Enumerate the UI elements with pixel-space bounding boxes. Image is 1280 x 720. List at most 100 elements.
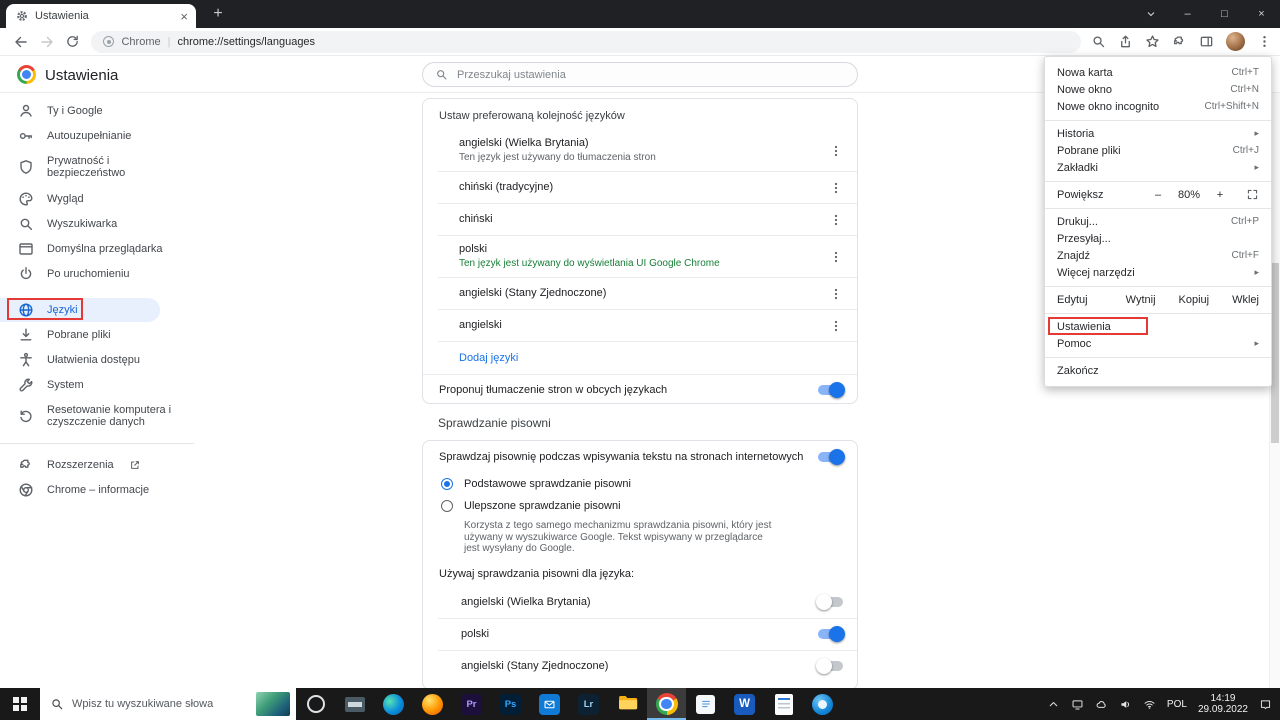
maximize-button[interactable]: □ [1206, 0, 1243, 28]
keyboard-language-badge[interactable]: POL [1167, 699, 1187, 710]
sidebar-item-chrome-informacje[interactable]: Chrome – informacje [0, 477, 210, 502]
bookmark-star-icon[interactable] [1145, 34, 1160, 49]
row-menu-kebab-icon[interactable] [825, 315, 847, 337]
taskbar-app-file-explorer[interactable] [608, 688, 647, 720]
address-bar[interactable]: Chrome | chrome://settings/languages [91, 30, 1081, 53]
taskbar-app-messaging[interactable] [803, 688, 842, 720]
menu-item-drukuj[interactable]: Drukuj... Ctrl+P [1045, 213, 1271, 230]
sidebar-item-autouzupelnianie[interactable]: Autouzupełnianie [0, 123, 210, 148]
zoom-in-button[interactable]: + [1206, 189, 1234, 201]
sidebar-item-system[interactable]: System [0, 372, 210, 397]
search-highlight-thumbnail[interactable] [256, 692, 290, 716]
start-button[interactable] [0, 688, 40, 720]
row-menu-kebab-icon[interactable] [825, 246, 847, 268]
menu-item-pomoc[interactable]: Pomoc [1045, 335, 1271, 352]
sidebar-item-resetowanie[interactable]: Resetowanie komputera i czyszczenie dany… [0, 397, 210, 435]
menu-item-zakladki[interactable]: Zakładki [1045, 159, 1271, 176]
menu-item-ustawienia[interactable]: Ustawienia [1045, 317, 1271, 335]
volume-icon[interactable] [1119, 698, 1132, 711]
sidebar-item-ulatwienia-dostepu[interactable]: Ułatwienia dostępu [0, 347, 210, 372]
sidebar-item-pobrane-pliki[interactable]: Pobrane pliki [0, 322, 210, 347]
zoom-out-button[interactable]: – [1144, 189, 1172, 201]
browser-tab[interactable]: Ustawienia × [6, 4, 196, 28]
taskbar-app-premiere[interactable]: Pr [452, 688, 491, 720]
enhanced-spellcheck-radio[interactable] [441, 500, 453, 512]
taskbar-app-document[interactable] [764, 688, 803, 720]
reload-button[interactable] [60, 30, 86, 54]
row-menu-kebab-icon[interactable] [825, 283, 847, 305]
scrollbar-thumb[interactable] [1271, 263, 1279, 443]
fullscreen-icon[interactable] [1246, 188, 1259, 201]
taskbar-app-word[interactable]: W [725, 688, 764, 720]
minimize-button[interactable]: – [1169, 0, 1206, 28]
tab-search-chevron-icon[interactable] [1132, 0, 1169, 28]
sidebar-item-ty-i-google[interactable]: Ty i Google [0, 98, 210, 123]
network-wifi-icon[interactable] [1143, 698, 1156, 711]
taskbar-app-task-view[interactable] [335, 688, 374, 720]
taskbar-app-notes[interactable] [686, 688, 725, 720]
taskbar-app-lightroom[interactable]: Lr [569, 688, 608, 720]
sidebar-item-rozszerzenia[interactable]: Rozszerzenia [0, 452, 210, 477]
menu-item-przesylaj[interactable]: Przesyłaj... [1045, 230, 1271, 247]
taskbar-search-box[interactable] [40, 688, 296, 720]
settings-search-box[interactable] [422, 62, 858, 87]
taskbar-app-mail[interactable] [530, 688, 569, 720]
menu-item-pobrane-pliki[interactable]: Pobrane pliki Ctrl+J [1045, 142, 1271, 159]
spellcheck-main-toggle[interactable] [818, 449, 845, 465]
search-icon [52, 699, 63, 710]
sidebar-item-jezyki[interactable]: Języki [0, 298, 160, 322]
row-menu-kebab-icon[interactable] [825, 177, 847, 199]
taskbar-search-input[interactable] [72, 698, 248, 710]
spellcheck-language-toggle[interactable] [816, 658, 843, 674]
tab-close-icon[interactable]: × [180, 10, 188, 23]
sidebar-item-po-uruchomieniu[interactable]: Po uruchomieniu [0, 261, 210, 286]
tab-title: Ustawienia [35, 10, 89, 22]
language-name: chiński (tradycyjne) [459, 181, 554, 193]
menu-item-incognito[interactable]: Nowe okno incognito Ctrl+Shift+N [1045, 98, 1271, 115]
spellcheck-main-label: Sprawdzaj pisownię podczas wpisywania te… [439, 451, 804, 463]
menu-item-nowe-okno[interactable]: Nowe okno Ctrl+N [1045, 81, 1271, 98]
edit-cut-button[interactable]: Wytnij [1126, 294, 1156, 306]
menu-item-zakoncz[interactable]: Zakończ [1045, 362, 1271, 379]
onedrive-cloud-icon[interactable] [1095, 698, 1108, 711]
menu-item-znajdz[interactable]: Znajdź Ctrl+F [1045, 247, 1271, 264]
taskbar-clock[interactable]: 14:19 29.09.2022 [1198, 693, 1248, 716]
spellcheck-language-row: angielski (Stany Zjednoczone) [423, 651, 857, 682]
menu-kebab-icon[interactable] [1257, 34, 1272, 49]
spellcheck-language-toggle[interactable] [816, 594, 843, 610]
edit-paste-button[interactable]: Wklej [1232, 294, 1259, 306]
forward-button[interactable] [34, 30, 60, 54]
close-button[interactable]: × [1243, 0, 1280, 28]
translate-offer-toggle[interactable] [818, 382, 845, 398]
add-languages-link[interactable]: Dodaj języki [459, 352, 518, 364]
row-menu-kebab-icon[interactable] [825, 140, 847, 162]
taskbar-app-photoshop[interactable]: Ps [491, 688, 530, 720]
taskbar-app-edge[interactable] [374, 688, 413, 720]
sidebar-item-wyszukiwarka[interactable]: Wyszukiwarka [0, 211, 210, 236]
back-button[interactable] [8, 30, 34, 54]
sidebar-item-prywatnosc[interactable]: Prywatność i bezpieczeństwo [0, 148, 210, 186]
menu-item-historia[interactable]: Historia [1045, 125, 1271, 142]
settings-search-input[interactable] [457, 68, 845, 81]
extensions-puzzle-icon[interactable] [1172, 34, 1187, 49]
profile-avatar[interactable] [1226, 32, 1245, 51]
display-icon[interactable] [1071, 698, 1084, 711]
sidebar-item-domyslna-przegladarka[interactable]: Domyślna przeglądarka [0, 236, 210, 261]
taskbar-app-cortana[interactable] [296, 688, 335, 720]
share-icon[interactable] [1118, 34, 1133, 49]
side-panel-icon[interactable] [1199, 34, 1214, 49]
sidebar-item-wyglad[interactable]: Wygląd [0, 186, 210, 211]
row-menu-kebab-icon[interactable] [825, 209, 847, 231]
edit-copy-button[interactable]: Kopiuj [1179, 294, 1210, 306]
spellcheck-language-toggle[interactable] [818, 626, 845, 642]
taskbar-app-firefox[interactable] [413, 688, 452, 720]
taskbar-app-chrome[interactable] [647, 688, 686, 720]
action-center-icon[interactable] [1259, 698, 1272, 711]
menu-shortcut: Ctrl+P [1230, 216, 1259, 227]
hidden-icons-chevron-icon[interactable] [1047, 698, 1060, 711]
new-tab-button[interactable]: + [206, 4, 230, 24]
menu-item-wiecej-narzedzi[interactable]: Więcej narzędzi [1045, 264, 1271, 281]
menu-item-nowa-karta[interactable]: Nowa karta Ctrl+T [1045, 64, 1271, 81]
search-icon[interactable] [1091, 34, 1106, 49]
basic-spellcheck-radio[interactable] [441, 478, 453, 490]
